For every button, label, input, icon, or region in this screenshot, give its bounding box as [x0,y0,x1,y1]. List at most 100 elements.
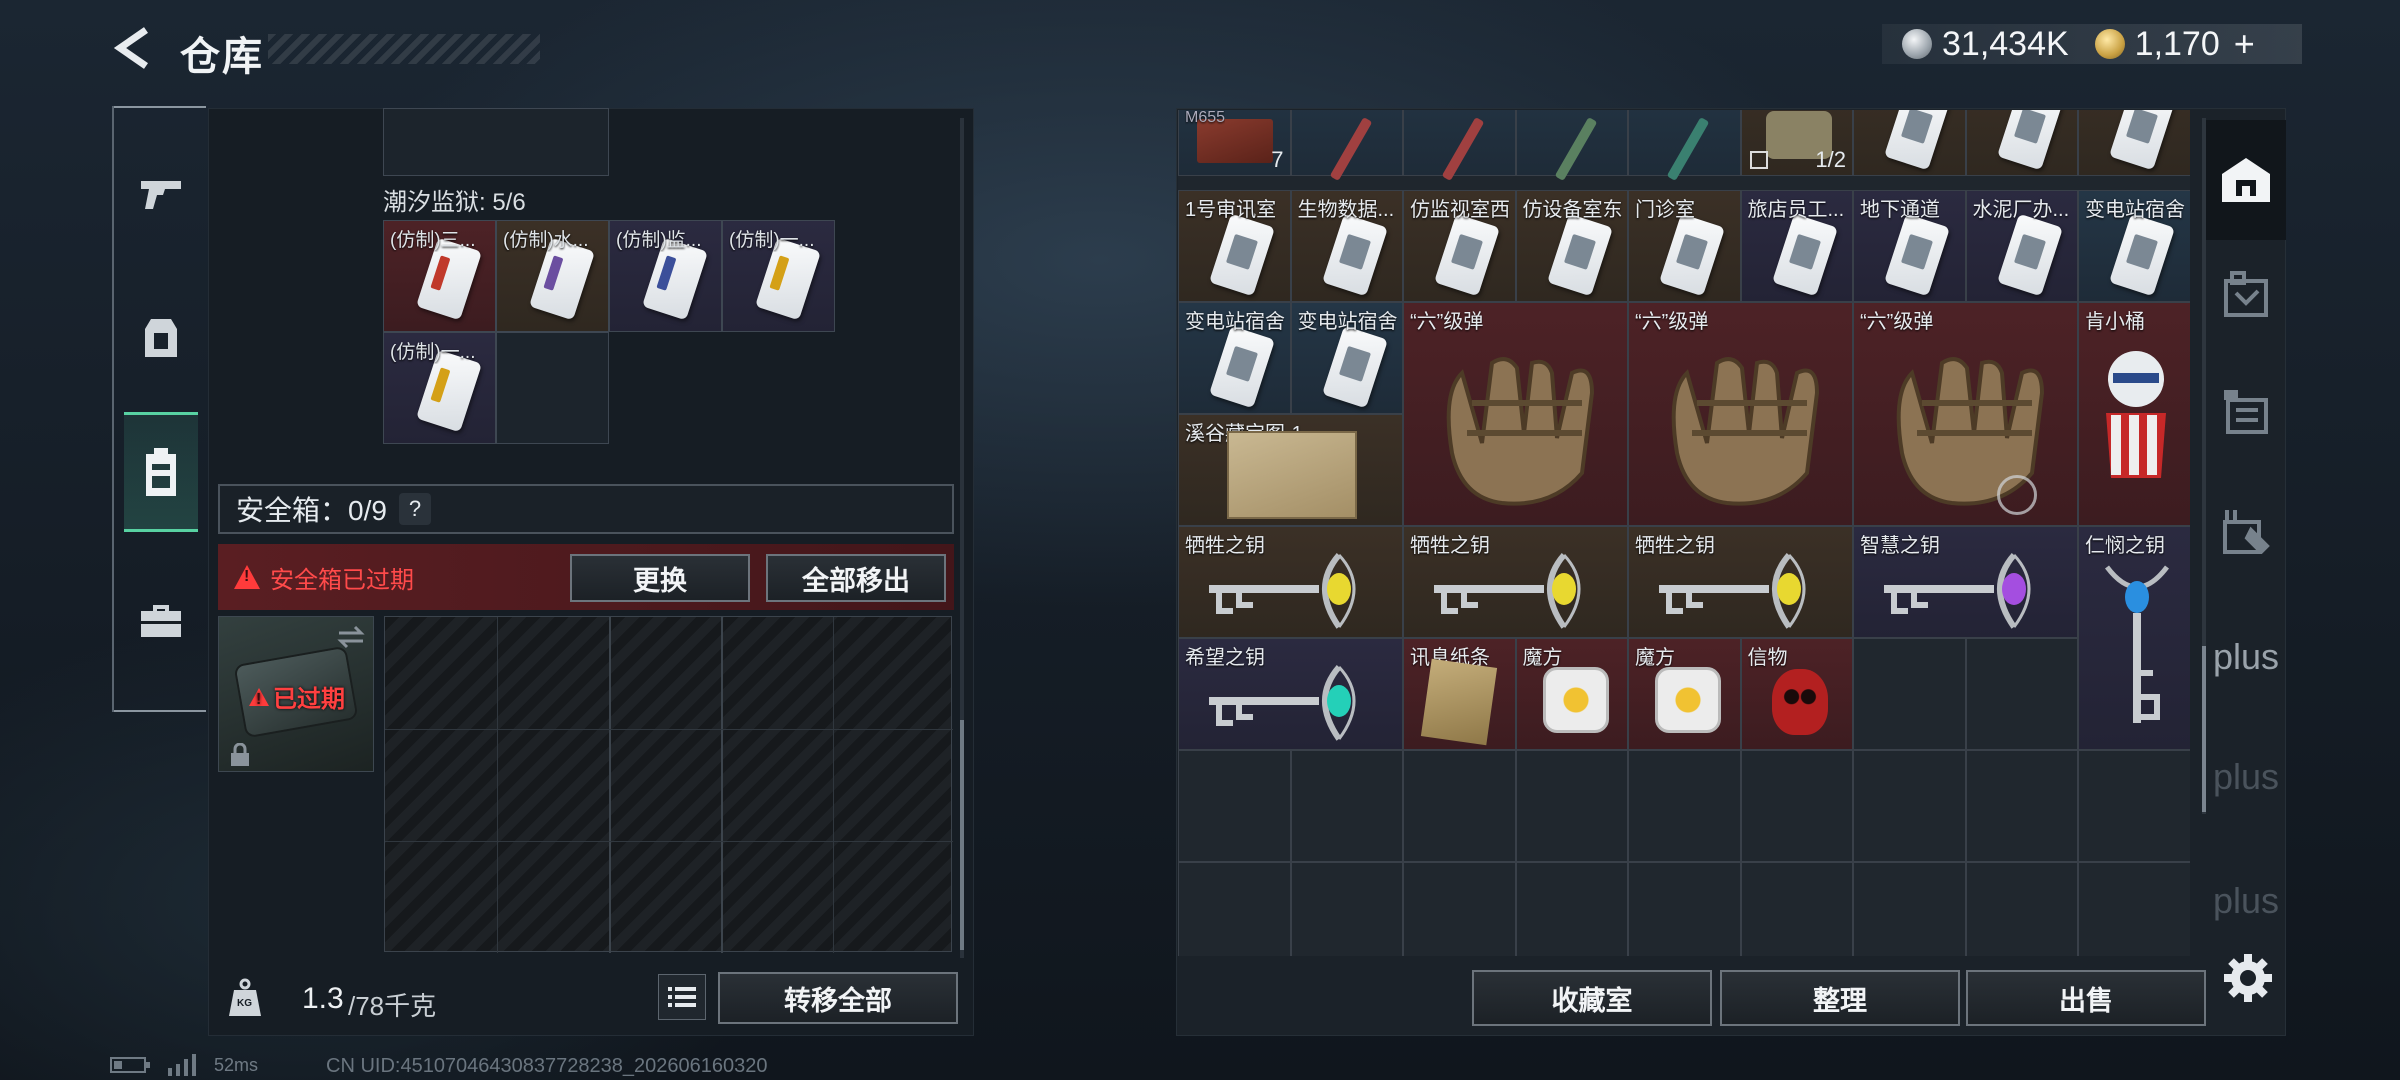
key-item[interactable]: 智慧之钥 [1853,526,2078,638]
replace-button[interactable]: 更换 [570,554,750,602]
empty-slot[interactable] [1178,750,1291,862]
warning-icon [234,565,260,589]
empty-slot[interactable] [1740,750,1853,862]
empty-slot[interactable] [496,332,609,444]
empty-slot[interactable] [1628,862,1741,956]
access-card-item[interactable]: (仿制)水... [496,220,609,332]
key-icon [1209,553,1356,629]
sell-button[interactable]: 出售 [1966,970,2206,1026]
collection-room-button[interactable]: 收藏室 [1472,970,1712,1026]
key-item[interactable]: 牺牲之钥 [1628,526,1853,638]
add-currency-button[interactable]: + [2234,23,2255,65]
access-card-item[interactable]: 旅店员工... [1740,190,1853,302]
rubik-cube-item[interactable]: 魔方 [1628,638,1741,750]
key-item[interactable]: 仁悯之钥 [2078,526,2190,750]
empty-slot[interactable] [1853,638,1966,750]
empty-slot[interactable] [1403,750,1516,862]
key-item[interactable]: 牺牲之钥 [1178,526,1403,638]
sort-button[interactable]: 整理 [1720,970,1960,1026]
access-card-item[interactable] [1853,110,1966,176]
empty-slot[interactable] [1853,862,1966,956]
key-item[interactable]: 牺牲之钥 [1403,526,1628,638]
access-card-item[interactable]: 变电站宿舍 [1178,302,1291,414]
key-item[interactable]: 希望之钥 [1178,638,1403,750]
map-icon [2224,271,2268,317]
move-all-out-button[interactable]: 全部移出 [766,554,946,602]
add-tab-button-disabled-2[interactable]: plus [2206,846,2286,956]
rubik-cube-item[interactable]: 魔方 [1515,638,1628,750]
item-label: 仿设备室东 [1522,199,1623,221]
empty-slot[interactable] [1178,862,1291,956]
help-button[interactable]: ? [398,493,431,525]
access-card-item[interactable]: 水泥厂办... [1965,190,2078,302]
tab-home[interactable] [2206,120,2286,240]
item-label: (仿制)一... [729,230,815,251]
bullet-item[interactable]: “六”级弹 [1853,302,2078,526]
empty-slot[interactable] [2078,750,2190,862]
item-label: 地下通道 [1860,199,1940,221]
access-card-item[interactable]: 变电站宿舍 [2078,190,2190,302]
nav-weapons[interactable] [124,146,198,240]
nav-backpack[interactable] [124,412,198,532]
empty-slot[interactable] [1515,862,1628,956]
injector-item[interactable] [1290,110,1403,181]
safe-case-slot[interactable]: 已过期 [218,616,374,772]
item-label: 信物 [1747,647,1788,669]
safe-box-grid[interactable] [384,616,953,953]
access-card-item[interactable]: (仿制)监... [609,220,722,332]
tab-container[interactable] [2206,356,2286,466]
bullet-item[interactable]: “六”级弹 [1628,302,1853,526]
empty-slot[interactable] [1515,750,1628,862]
left-scroll-thumb[interactable] [960,720,964,950]
access-card-item[interactable]: 门诊室 [1628,190,1741,302]
access-card-item[interactable] [2078,110,2190,176]
access-card-item[interactable]: 地下通道 [1853,190,1966,302]
access-card-item[interactable]: 仿监视室西 [1403,190,1516,302]
note-item[interactable]: 讯息纸条 [1403,638,1516,750]
empty-slot[interactable] [1965,638,2078,750]
injector-item[interactable] [1403,110,1516,181]
empty-slot[interactable] [2078,862,2190,956]
access-card-item[interactable]: 1号审讯室 [1178,190,1291,302]
access-card-item[interactable]: (仿制)一... [722,220,835,332]
user-uid: CN UID:451070464308377282​38_20260616032… [326,1055,768,1077]
settings-button[interactable] [2220,950,2276,1006]
injector-item[interactable] [1628,110,1741,181]
empty-slot[interactable] [1403,862,1516,956]
empty-slot[interactable] [1290,750,1403,862]
nav-armor[interactable] [124,292,198,386]
access-card-item[interactable]: (仿制)一... [383,332,496,444]
nav-case[interactable] [124,574,198,668]
kfc-bucket-item[interactable]: 肯小桶 [2078,302,2190,526]
access-card-item[interactable]: 生物数据... [1290,190,1403,302]
item-label: (仿制)一... [390,342,476,363]
ammo-box-item[interactable]: M655 7 [1178,110,1291,176]
back-button[interactable] [108,22,156,74]
access-card-icon [1434,213,1500,297]
add-tab-button[interactable]: plus [2206,602,2286,712]
injector-item[interactable] [1515,110,1628,181]
case-icon [141,605,181,637]
access-card-item[interactable]: (仿制)三... [383,220,496,332]
add-tab-button-disabled[interactable]: plus [2206,722,2286,832]
access-card-item[interactable]: 变电站宿舍 [1290,302,1403,414]
empty-slot[interactable] [1853,750,1966,862]
empty-slot[interactable] [1965,750,2078,862]
treasure-map-item[interactable]: 溪谷藏宝图-1 [1178,414,1403,526]
empty-slot[interactable] [1965,862,2078,956]
empty-slot[interactable] [383,108,609,176]
bullet-item[interactable]: “六”级弹 [1403,302,1628,526]
transfer-all-button[interactable]: 转移全部 [718,972,958,1024]
empty-slot[interactable] [1740,862,1853,956]
empty-slot[interactable] [1290,862,1403,956]
access-card-item[interactable]: 仿设备室东 [1515,190,1628,302]
list-view-button[interactable] [658,974,706,1020]
tab-map[interactable] [2206,240,2286,350]
back-arrow-icon [113,27,148,69]
empty-slot[interactable] [1628,750,1741,862]
list-icon [668,987,696,1007]
bag-item[interactable]: 1/2 [1740,110,1853,176]
token-item[interactable]: 信物 [1740,638,1853,750]
access-card-item[interactable] [1965,110,2078,176]
tab-tools[interactable] [2206,476,2286,586]
